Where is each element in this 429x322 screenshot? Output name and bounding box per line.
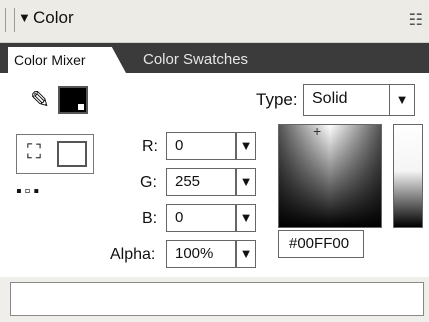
tab-color-mixer[interactable]: Color Mixer [8, 47, 126, 73]
color-spectrum-picker[interactable] [278, 123, 382, 228]
tab-bar: Color Mixer Color Swatches [0, 43, 429, 73]
red-input[interactable]: 0 [166, 132, 236, 160]
alpha-label: Alpha: [110, 246, 156, 263]
alpha-value: 100% [175, 245, 214, 262]
red-stepper-button[interactable]: ▼ [236, 132, 256, 160]
panel-title: Color [33, 8, 74, 27]
stroke-color-pencil-icon[interactable]: ✎ [30, 86, 50, 115]
alpha-input[interactable]: 100% [166, 240, 236, 268]
fill-type-select[interactable]: Solid ▼ [303, 84, 415, 116]
fill-type-value: Solid [312, 90, 348, 107]
blue-value: 0 [175, 209, 184, 226]
fill-color-swatch[interactable] [57, 141, 87, 167]
chevron-down-icon[interactable]: ▼ [389, 85, 414, 115]
green-stepper-button[interactable]: ▼ [236, 168, 256, 196]
red-value: 0 [175, 137, 184, 154]
options-menu-icon[interactable]: ☷ [409, 10, 423, 30]
green-input[interactable]: 255 [166, 168, 236, 196]
blue-stepper-button[interactable]: ▼ [236, 204, 256, 232]
type-label: Type: [256, 90, 298, 109]
hex-value: #00FF00 [289, 235, 350, 252]
collapse-triangle-icon[interactable]: ▼ [18, 10, 31, 25]
r-label: R: [142, 138, 158, 155]
blue-input[interactable]: 0 [166, 204, 236, 232]
stroke-color-swatch[interactable] [58, 86, 88, 114]
green-value: 255 [175, 173, 201, 190]
alpha-stepper-button[interactable]: ▼ [236, 240, 256, 268]
brightness-slider[interactable] [393, 124, 423, 228]
g-label: G: [140, 174, 157, 191]
b-label: B: [142, 210, 158, 227]
panel-titlebar[interactable]: ▼ Color ☷ [0, 0, 429, 43]
paint-bucket-icon: ⛶ [27, 141, 41, 163]
color-panel: ▼ Color ☷ Color Mixer Color Swatches ✎ ⛶… [0, 0, 429, 322]
swap-default-colors-icons[interactable]: ▪▫▪ [16, 183, 42, 201]
color-preview-bar [10, 282, 424, 316]
drag-grip-icon[interactable] [5, 8, 15, 32]
hex-input[interactable]: #00FF00 [278, 230, 364, 258]
fill-color-control[interactable]: ⛶ [16, 134, 94, 174]
tab-color-swatches[interactable]: Color Swatches [143, 47, 248, 73]
